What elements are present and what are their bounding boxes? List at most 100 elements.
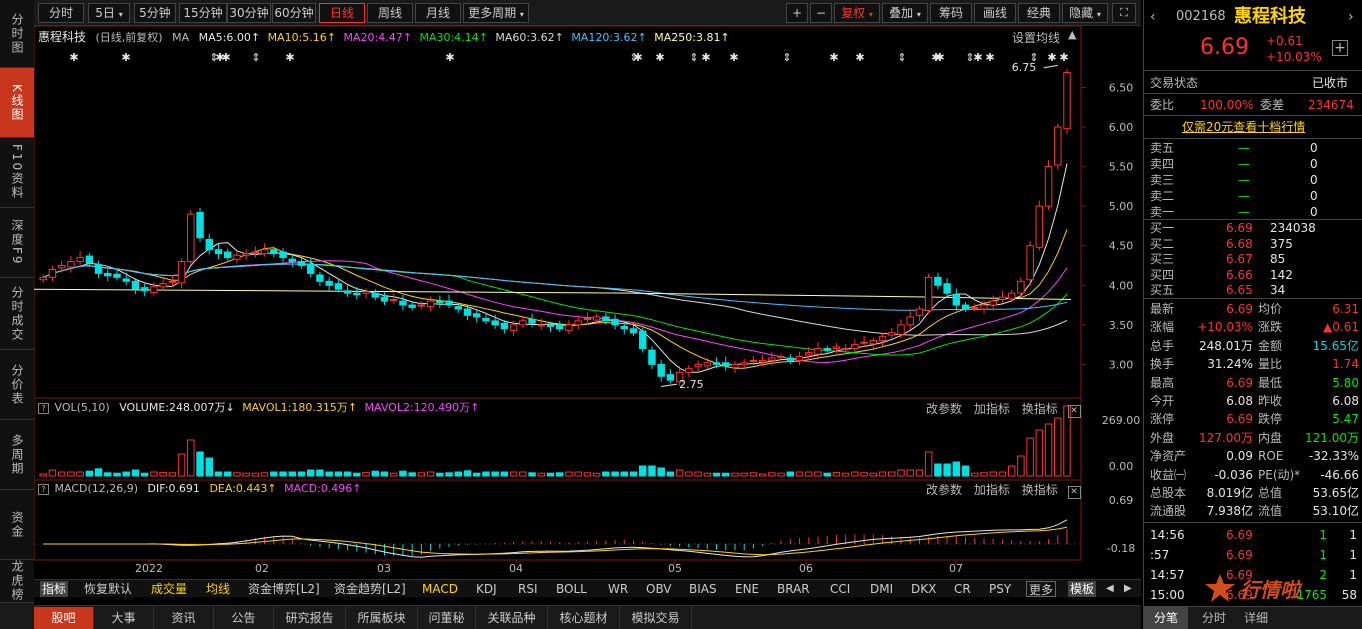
ind-tab-boll[interactable]: BOLL [554,581,589,597]
close-icon[interactable]: ✕ [1067,486,1081,499]
period-fenshi[interactable]: 分时 [38,3,84,23]
quote-tab-detail[interactable]: 详细 [1244,607,1268,629]
ind-tab-more[interactable]: 更多 [1026,581,1057,597]
quote-tab-fenshi[interactable]: 分时 [1202,607,1226,629]
ma-settings-button[interactable]: 设置均线 [1012,29,1060,46]
macd-switch-indicator[interactable]: 换指标 [1022,483,1058,497]
fuquan-button[interactable]: 复权 ▾ [834,3,880,23]
sell-level-row: 卖一 — 0 [1144,204,1362,220]
arrow-up-icon: ↑ [470,401,480,414]
ind-tab-volume[interactable]: 成交量 [149,581,189,597]
volume-bar [1017,455,1025,477]
macd-dea-line [43,526,1068,556]
tab-sim-trading[interactable]: 模拟交易 [620,607,692,629]
volume-bar [602,471,610,477]
draw-line-button[interactable]: 画线 [974,3,1016,23]
ind-tab-obv[interactable]: OBV [644,581,674,597]
ind-tab-bias[interactable]: BIAS [687,581,719,597]
tab-related[interactable]: 关联品种 [476,607,548,629]
overlay-button[interactable]: 叠加 ▾ [882,3,928,23]
nav-funds[interactable]: 资金 [0,490,34,560]
ind-tab-dmi[interactable]: DMI [868,581,895,597]
period-daily[interactable]: 日线 [319,3,365,23]
zoom-in-button[interactable]: + [786,3,808,23]
nav-kline[interactable]: K线图 [0,68,34,138]
period-weekly[interactable]: 周线 [367,3,413,23]
tab-ask-secretary[interactable]: 问董秘 [418,607,476,629]
tab-events[interactable]: 大事 [94,607,154,629]
stat-row: 收益㈠ -0.036 PE(动)* -46.66 [1144,466,1362,484]
stat-row: 流通股 7.938亿 流值 53.10亿 [1144,502,1362,520]
nav-fenshi[interactable]: 分时图 [0,0,34,68]
volume-bar [463,470,472,477]
candle-body [814,348,822,355]
period-5day[interactable]: 5日 ▾ [88,3,130,23]
chips-button[interactable]: 筹码 [930,3,972,23]
nav-f10[interactable]: F10资料 [0,138,34,208]
classic-button[interactable]: 经典 [1018,3,1060,23]
vol-change-params[interactable]: 改参数 [926,402,962,416]
expand-box-icon[interactable]: ? [38,403,49,414]
ind-tab-dkx[interactable]: DKX [909,581,938,597]
ind-tab-brar[interactable]: BRAR [775,581,812,597]
ind-tab-template[interactable]: 模板 [1068,581,1097,597]
tab-news[interactable]: 资讯 [154,607,214,629]
quote-tab-fenbi[interactable]: 分笔 [1144,607,1188,629]
nav-dragon-tiger[interactable]: 龙虎榜 [0,560,34,603]
collapse-arrow-icon[interactable]: ▲ [1068,28,1076,41]
macd-add-indicator[interactable]: 加指标 [974,483,1010,497]
ind-tab-fund-game[interactable]: 资金博弈[L2] [246,581,322,597]
fullscreen-icon[interactable]: ⛶ [1112,3,1136,23]
close-icon[interactable]: ✕ [1067,405,1081,418]
ind-tab-kdj[interactable]: KDJ [474,581,499,597]
ind-tab-cci[interactable]: CCI [828,581,852,597]
vol-add-indicator[interactable]: 加指标 [974,402,1010,416]
tab-announcements[interactable]: 公告 [214,607,274,629]
y-tick-label: 6.00 [1109,121,1134,134]
ind-tab-wr[interactable]: WR [606,581,630,597]
ind-tab-reset[interactable]: 恢复默认 [82,581,134,597]
kline-chart-area[interactable]: 6.50 6.00 5.50 5.00 4.50 4.00 3.50 3.00 269.00 0.… [34,26,1141,579]
scroll-right-icon[interactable]: ▶ [1122,581,1134,597]
volume-bar [205,457,213,477]
ind-tab-ene[interactable]: ENE [733,581,761,597]
volume-bar [353,472,361,477]
tab-guba[interactable]: 股吧 [34,607,94,629]
add-icon[interactable]: + [1332,40,1348,56]
vol-switch-indicator[interactable]: 换指标 [1022,402,1058,416]
vol-label: VOL(5,10) [54,401,110,414]
period-30min[interactable]: 30分钟 [227,3,271,23]
macd-change-params[interactable]: 改参数 [926,483,962,497]
nav-depth[interactable]: 深度F9 [0,208,34,278]
period-5min[interactable]: 5分钟 [134,3,176,23]
volume-bar [546,472,555,477]
tab-core-themes[interactable]: 核心题材 [548,607,620,629]
ind-tab-rsi[interactable]: RSI [516,581,540,597]
ind-tab-cr[interactable]: CR [952,581,973,597]
ind-tab-psy[interactable]: PSY [987,581,1013,597]
hide-button[interactable]: 隐藏 ▾ [1062,3,1108,23]
period-more[interactable]: 更多周期 ▾ [463,3,529,23]
ma-line [43,163,1068,373]
nav-trades[interactable]: 分时成交 [0,278,34,350]
period-15min[interactable]: 15分钟 [179,3,227,23]
ind-tab-ma[interactable]: 均线 [204,581,232,597]
chevron-right-icon[interactable]: › [1348,6,1354,28]
zoom-out-button[interactable]: − [810,3,832,23]
volume-bar [279,471,287,477]
tab-sectors[interactable]: 所属板块 [346,607,418,629]
ind-tab-zhibiao[interactable]: 指标 [40,581,69,597]
ind-tab-fund-trend[interactable]: 资金趋势[L2] [332,581,408,597]
nav-multi-period[interactable]: 多周期 [0,420,34,490]
tab-research[interactable]: 研究报告 [274,607,346,629]
scroll-left-icon[interactable]: ◀ [1104,581,1116,597]
chevron-left-icon[interactable]: ‹ [1150,6,1156,28]
stat-value: 53.10亿 [1312,504,1359,519]
ind-tab-macd[interactable]: MACD [420,581,460,597]
nav-price-table[interactable]: 分价表 [0,350,34,420]
period-monthly[interactable]: 月线 [415,3,461,23]
period-60min[interactable]: 60分钟 [272,3,316,23]
expand-box-icon[interactable]: ? [38,484,49,495]
candle-body [952,294,961,306]
ten-levels-link[interactable]: 仅需20元查看十档行情 [1182,118,1305,136]
